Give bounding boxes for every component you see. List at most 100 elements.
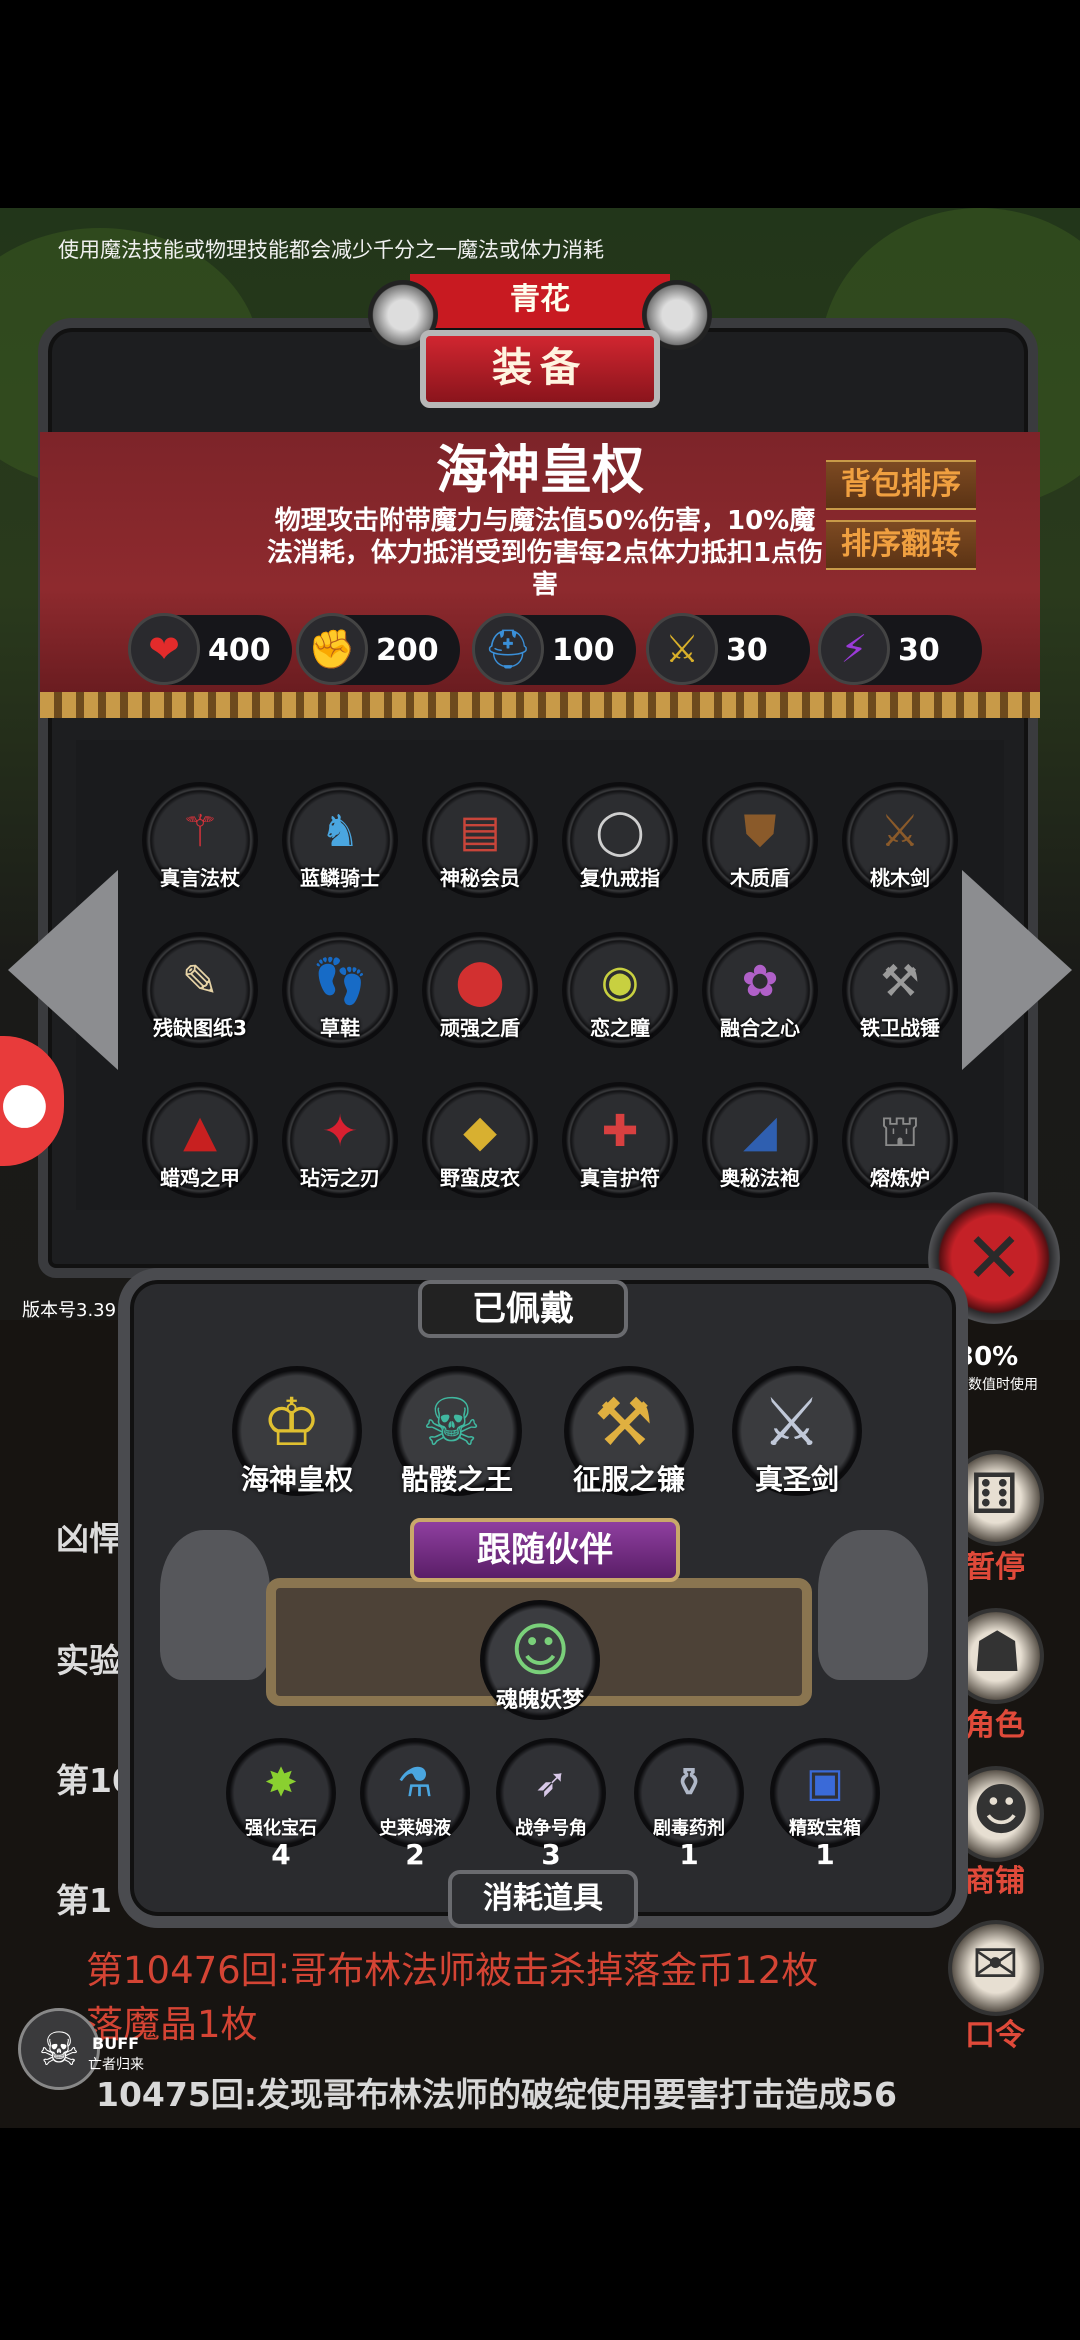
helmet-icon: ⛑ <box>472 613 544 685</box>
inventory-slot[interactable]: ◆ 野蛮皮衣 <box>422 1082 538 1198</box>
sort-flip-button[interactable]: 排序翻转 <box>826 520 976 570</box>
consumable-slot[interactable]: ⚱ 剧毒药剂 <box>634 1738 744 1848</box>
equipped-label: 骷髅之王 <box>400 1463 513 1496</box>
skull-icon: ☠ <box>38 2022 80 2076</box>
item-label: 草鞋 <box>320 1016 360 1040</box>
orbs-icon: ✿ <box>741 956 779 1007</box>
inventory-slot[interactable]: ◢ 奥秘法袍 <box>702 1082 818 1198</box>
equipped-title: 已佩戴 <box>418 1280 628 1338</box>
companion-title: 跟随伙伴 <box>410 1518 680 1582</box>
consumable-count: 3 <box>541 1838 561 1871</box>
sword-icon: ⚔ <box>646 613 718 685</box>
person-icon: ● <box>0 1070 49 1135</box>
consumable-label: 剧毒药剂 <box>653 1818 725 1839</box>
consumable-count: 2 <box>405 1838 425 1871</box>
inventory-slot[interactable]: ✚ 真言护符 <box>562 1082 678 1198</box>
stat-value: 100 <box>552 633 615 668</box>
companion-sprite-icon: ☺ <box>510 1616 571 1684</box>
consumable-label: 史莱姆液 <box>379 1818 451 1839</box>
log-line: 实验 <box>56 1641 122 1680</box>
stat-defense: ⛑ 100 <box>472 613 636 685</box>
log-line: 第10476回:哥布林法师被击杀掉落金币12枚 <box>86 1949 819 1992</box>
item-label: 融合之心 <box>720 1016 800 1040</box>
inventory-slot[interactable]: ✦ 玷污之刃 <box>282 1082 398 1198</box>
consumable-count: 4 <box>271 1838 291 1871</box>
inventory-slot[interactable]: ⚚ 真言法杖 <box>142 782 258 898</box>
log-line: 凶悍 <box>56 1519 122 1558</box>
hint-text: 使用魔法技能或物理技能都会减少千分之一魔法或体力消耗 <box>58 238 604 262</box>
selected-item-description: 物理攻击附带魔力与魔法值50%伤害，10%魔法消耗，体力抵消受到伤害每2点体力抵… <box>266 506 824 600</box>
mace-icon: ⚒ <box>880 956 920 1007</box>
blueprint-icon: ✎ <box>181 956 219 1007</box>
lightning-icon: ⚡ <box>818 613 890 685</box>
consumable-slot[interactable]: ⚗ 史莱姆液 <box>360 1738 470 1848</box>
top-tab[interactable]: 青花 <box>410 274 670 328</box>
inventory-slot[interactable]: ⬤ 顽强之盾 <box>422 932 538 1048</box>
item-label: 奥秘法袍 <box>720 1166 800 1190</box>
dice-icon: ⚅ <box>970 1462 1019 1527</box>
stat-value: 30 <box>726 633 768 668</box>
inventory-slot[interactable]: ⛊ 木质盾 <box>702 782 818 898</box>
item-label: 木质盾 <box>730 866 790 890</box>
sword-icon: ⚔ <box>880 806 920 857</box>
robe-icon: ◢ <box>743 1106 777 1157</box>
item-label: 熔炼炉 <box>870 1166 930 1190</box>
crown-armor-icon: ♔ <box>262 1384 322 1461</box>
inventory-slot[interactable]: ▲ 蜡鸡之甲 <box>142 1082 258 1198</box>
bag-sort-button[interactable]: 背包排序 <box>826 460 976 510</box>
inventory-slot[interactable]: ⚒ 铁卫战锤 <box>842 932 958 1048</box>
muscle-icon: ✊ <box>296 613 368 685</box>
hooded-figure-icon: ☗ <box>972 1620 1023 1685</box>
skeleton-king-icon: ☠ <box>422 1384 482 1461</box>
inventory-slot[interactable]: 👣 草鞋 <box>282 932 398 1048</box>
item-label: 真言法杖 <box>160 866 240 890</box>
stat-hp: ❤ 400 <box>128 613 292 685</box>
banner-fringe <box>40 692 1040 718</box>
inventory-slot[interactable]: ◯ 复仇戒指 <box>562 782 678 898</box>
item-label: 真言护符 <box>580 1166 660 1190</box>
cloak-icon: ▲ <box>183 1106 217 1157</box>
item-label: 复仇戒指 <box>580 866 660 890</box>
next-page-arrow-icon[interactable] <box>962 870 1072 1070</box>
leather-armor-icon: ◆ <box>463 1106 497 1157</box>
consumable-label: 精致宝箱 <box>789 1818 861 1839</box>
item-label: 残缺图纸3 <box>153 1016 247 1040</box>
staff-icon: ⚚ <box>180 806 220 857</box>
password-button[interactable]: ✉ <box>948 1920 1044 2016</box>
knight-icon: ♞ <box>320 806 360 857</box>
dragon-statue-icon <box>818 1530 928 1680</box>
heart-icon: ❤ <box>128 613 200 685</box>
gem-icon: ✸ <box>264 1760 298 1806</box>
companion-label: 魂魄妖梦 <box>495 1688 584 1713</box>
consumable-count: 1 <box>679 1838 699 1871</box>
inventory-slot[interactable]: ✿ 融合之心 <box>702 932 818 1048</box>
consumable-count: 1 <box>815 1838 835 1871</box>
eye-amulet-icon: ◉ <box>600 956 640 1007</box>
version-label: 版本号3.39 <box>22 1300 117 1321</box>
item-label: 铁卫战锤 <box>860 1016 940 1040</box>
ring-icon: ◯ <box>595 806 645 857</box>
consumable-slot[interactable]: ▣ 精致宝箱 <box>770 1738 880 1848</box>
selected-item-name: 海神皇权 <box>435 441 644 501</box>
consumable-slot[interactable]: ➶ 战争号角 <box>496 1738 606 1848</box>
consumable-label: 强化宝石 <box>245 1818 317 1839</box>
stat-value: 400 <box>208 633 271 668</box>
stat-strength: ✊ 200 <box>296 613 460 685</box>
item-label: 玷污之刃 <box>300 1166 380 1190</box>
inventory-slot[interactable]: ♞ 蓝鳞骑士 <box>282 782 398 898</box>
blade-icon: ✦ <box>321 1106 359 1157</box>
scythe-icon: ⚒ <box>594 1384 654 1461</box>
item-label: 桃木剑 <box>870 866 930 890</box>
consumable-slot[interactable]: ✸ 强化宝石 <box>226 1738 336 1848</box>
horn-icon: ➶ <box>534 1760 568 1806</box>
stat-value: 30 <box>898 633 940 668</box>
buff-skull-icon[interactable]: ☠ <box>18 2008 100 2090</box>
inventory-slot[interactable]: ⚔ 桃木剑 <box>842 782 958 898</box>
merchant-icon: ☻ <box>972 1778 1031 1843</box>
inventory-slot[interactable]: ◉ 恋之瞳 <box>562 932 678 1048</box>
shield-icon: ⛊ <box>743 806 777 857</box>
inventory-slot[interactable]: ⛫ 熔炼炉 <box>842 1082 958 1198</box>
inventory-slot[interactable]: ✎ 残缺图纸3 <box>142 932 258 1048</box>
inventory-slot[interactable]: ▤ 神秘会员 <box>422 782 538 898</box>
item-label: 顽强之盾 <box>440 1016 520 1040</box>
